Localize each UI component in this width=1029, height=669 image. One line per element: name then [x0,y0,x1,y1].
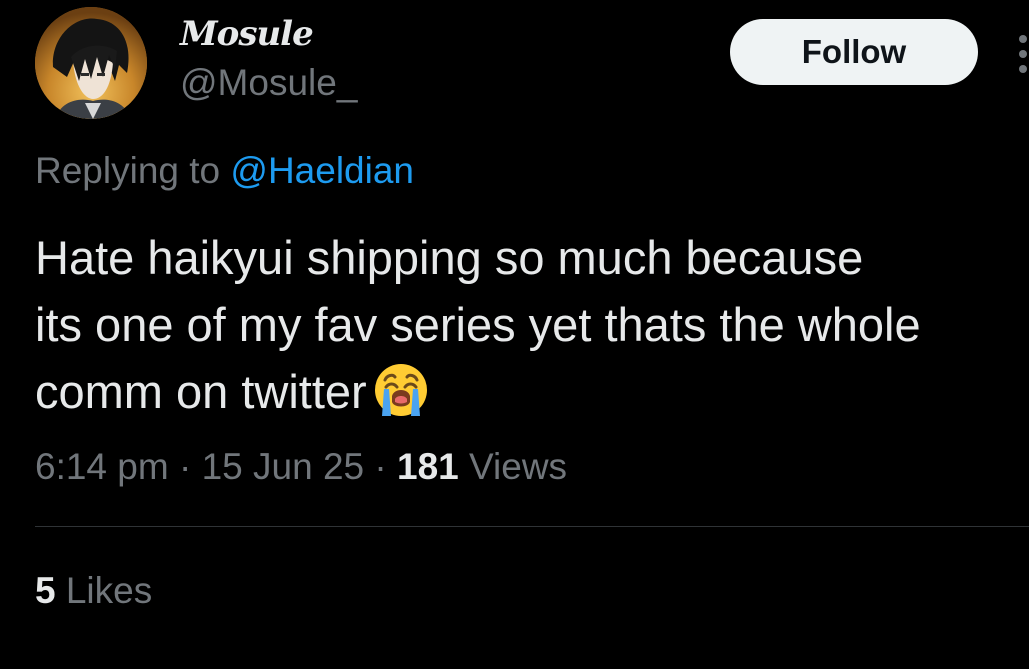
replying-to-label: Replying to [35,150,221,191]
likes-label: Likes [65,570,153,611]
views-label: Views [469,446,568,487]
tweet-text-line: comm on twitter [35,358,1029,425]
meta-separator: · [374,446,387,487]
follow-button-label: Follow [801,33,907,70]
reply-mention-link[interactable]: @Haeldian [230,150,414,191]
user-handle[interactable]: @Mosule_ [180,62,357,104]
meta-separator: · [178,446,192,487]
tweet-text-line: Hate haikyui shipping so much because [35,231,864,284]
likes-count: 5 [35,570,56,611]
avatar[interactable] [35,7,147,119]
follow-button[interactable]: Follow [730,19,978,85]
views-count: 181 [397,446,459,487]
tweet-meta: 6:14 pm · 15 Jun 25 · 181 Views [35,446,567,488]
divider [35,526,1029,527]
display-name[interactable]: Mosule [180,14,314,54]
tweet-text: Hate haikyui shipping so much because it… [35,224,1029,425]
tweet-text-line: its one of my fav series yet thats the w… [35,298,921,351]
tweet-text-line-content: comm on twitter [35,365,367,418]
loudly-crying-face-emoji-icon [374,364,427,416]
likes-link[interactable]: 5 Likes [35,570,152,612]
more-vertical-icon[interactable] [1014,34,1029,74]
tweet-time[interactable]: 6:14 pm [35,446,169,487]
tweet-date[interactable]: 15 Jun 25 [202,446,365,487]
avatar-image [35,7,147,119]
replying-to-line: Replying to @Haeldian [35,150,414,192]
